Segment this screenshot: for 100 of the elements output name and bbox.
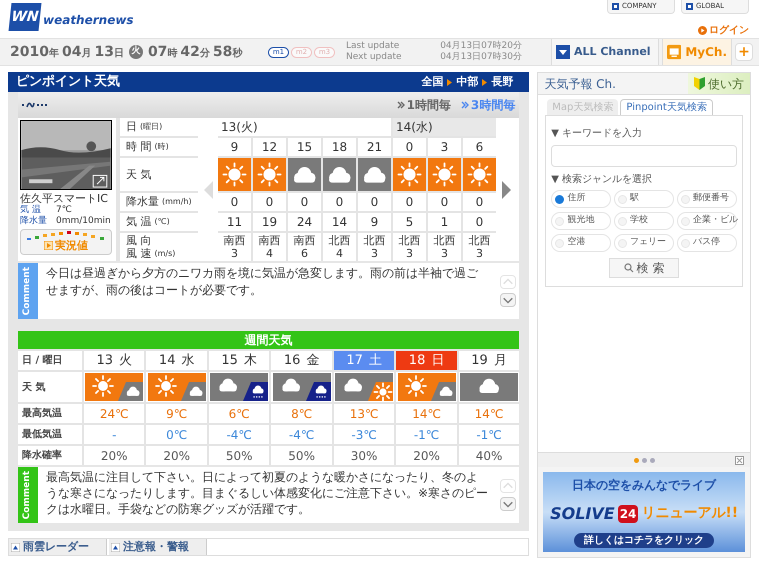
bottom-tab[interactable]: 注意報・警報 — [109, 539, 207, 555]
interval-tab[interactable]: 1時間毎 — [396, 96, 451, 114]
table-cell: - — [84, 425, 144, 444]
table-cell: 0 — [393, 193, 426, 211]
day-header: 14(水) — [393, 118, 496, 136]
channel-tab[interactable]: ALL Channel — [551, 39, 659, 65]
date-text: 13日 — [94, 42, 124, 62]
table-cell: 21 — [358, 138, 391, 156]
close-icon[interactable] — [735, 456, 744, 464]
comment-text: 今日は昼過ぎから夕方のニワカ雨を境に気温が急変します。雨の前は半袖で過ごせますが、雨の後はコートが必要です。 — [45, 265, 479, 299]
day-header: 13 火 — [84, 351, 144, 370]
genre-radio[interactable]: 住所 — [551, 190, 612, 208]
scroll-down-icon[interactable] — [500, 497, 516, 511]
genre-radio[interactable]: バス停 — [677, 234, 737, 252]
reading-value: 7℃ — [56, 205, 72, 216]
previous-arrow-icon[interactable] — [204, 180, 212, 198]
cloud-icon — [323, 158, 356, 191]
genre-radio[interactable]: 空港 — [551, 234, 612, 252]
genre-radio[interactable]: フェリー — [614, 234, 674, 252]
table-cell: 北西 3 — [428, 233, 461, 261]
row-label: 降水量 (mm/h) — [120, 193, 198, 211]
genre-radio[interactable]: 郵便番号 — [677, 190, 737, 208]
help-link[interactable]: 使い方 — [688, 73, 750, 94]
next-arrow-icon[interactable] — [502, 180, 510, 198]
field-label: ▼ キーワードを入力 — [551, 128, 642, 139]
sun-icon — [428, 158, 461, 191]
keyword-field[interactable] — [551, 145, 737, 167]
panel-title: 天気予報 Ch. — [544, 76, 616, 92]
square-icon — [686, 3, 693, 10]
genre-radio[interactable]: 学校 — [614, 212, 674, 230]
square-icon — [612, 3, 619, 10]
sun-icon — [463, 158, 496, 191]
table-cell: 南西 3 — [218, 233, 251, 261]
row-label: 時 間 (時) — [120, 138, 198, 156]
beginner-mark-icon — [694, 77, 705, 90]
update-label: Last update — [346, 41, 400, 52]
weather-change-icon — [335, 373, 394, 401]
row-label: 風 速 — [126, 247, 152, 260]
table-cell: -1℃ — [396, 425, 457, 444]
number-badge: 24 — [618, 504, 638, 522]
table-cell: 0 — [323, 193, 356, 211]
day-header: 15 木 — [208, 351, 270, 370]
row-label: 最高気温 — [18, 404, 82, 423]
brand-logo: SOLIVE — [550, 502, 615, 524]
table-cell: 8℃ — [271, 404, 332, 423]
table-cell: 0 — [428, 193, 461, 211]
table-cell: 20% — [396, 446, 457, 465]
table-cell: 19 — [253, 213, 286, 231]
bottom-tab[interactable]: 雨雲レーダー — [9, 539, 107, 555]
logo-wordmark[interactable]: weathernews — [43, 11, 134, 29]
breadcrumb-link[interactable]: 全国 — [421, 74, 444, 90]
breadcrumb-link[interactable]: 長野 — [491, 74, 514, 90]
table-cell: 0 — [393, 138, 426, 156]
genre-radio[interactable]: 観光地 — [551, 212, 612, 230]
breadcrumb-link[interactable]: 中部 — [456, 74, 478, 90]
table-cell: 南西 4 — [253, 233, 286, 261]
table-cell: 3 — [428, 138, 461, 156]
update-label: Next update — [346, 52, 402, 63]
search-tab[interactable]: Pinpoint天気検索 — [620, 99, 713, 115]
row-label: 気 温 (℃) — [120, 213, 198, 231]
search-button[interactable]: 検 索 — [609, 258, 680, 278]
day-header: 16 金 — [271, 351, 332, 370]
table-cell: 0 — [253, 193, 286, 211]
date-text: 2010年 — [10, 42, 59, 62]
triangle-up-icon — [11, 542, 20, 552]
station-name: 佐久平スマートIC — [20, 192, 109, 205]
update-time: 04月13日07時30分 — [440, 52, 522, 63]
sun-icon — [253, 158, 286, 191]
banner-cta-button[interactable]: 詳しくはコチラをクリック — [574, 533, 714, 548]
table-cell: 18 — [323, 138, 356, 156]
logo-mark[interactable]: WN — [8, 3, 42, 31]
table-cell: 0 — [358, 193, 391, 211]
table-cell: 0 — [288, 193, 321, 211]
day-header: 18 日 — [396, 351, 457, 370]
scroll-down-icon[interactable] — [500, 293, 516, 307]
genre-radio[interactable]: 駅 — [614, 190, 674, 208]
genre-radio[interactable]: 企業・ビル — [677, 212, 737, 230]
table-cell: 50% — [271, 446, 332, 465]
reading-label: 降水量 — [20, 216, 48, 227]
table-cell: 13℃ — [334, 404, 394, 423]
play-icon — [698, 26, 707, 35]
day-header: 14 水 — [146, 351, 207, 370]
ad-banner[interactable]: 日本の空をみんなでライブ SOLIVE 24 リニューアル!! 詳しくはコチラをクリック — [543, 472, 745, 552]
cloud-icon — [288, 158, 321, 191]
table-cell: 0 — [463, 193, 496, 211]
date-text: 07時 — [148, 42, 178, 62]
dropdown-icon — [556, 45, 570, 59]
play-icon — [44, 241, 53, 250]
table-cell: 6 — [463, 138, 496, 156]
table-cell: 14℃ — [396, 404, 457, 423]
date-text: 04月 — [62, 42, 92, 62]
table-cell: 北西 3 — [358, 233, 391, 261]
banner-headline: 日本の空をみんなでライブ — [572, 477, 716, 494]
table-cell: 0 — [218, 193, 251, 211]
chevron-icon — [482, 78, 488, 86]
weekday-badge: 火 — [128, 45, 143, 59]
table-cell: -3℃ — [334, 425, 394, 444]
table-cell: 1 — [428, 213, 461, 231]
sun-icon — [393, 158, 426, 191]
table-cell: 9℃ — [146, 404, 207, 423]
